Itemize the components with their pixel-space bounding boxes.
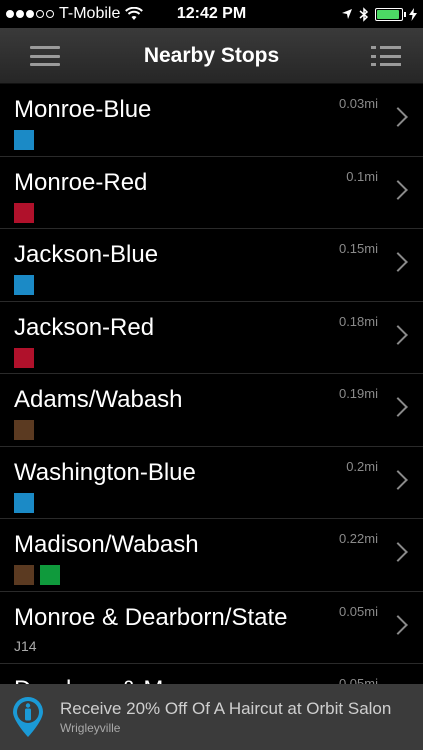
stop-row[interactable]: Jackson-Red 0.18mi	[0, 301, 423, 374]
stop-name: Monroe & Dearborn/State	[14, 603, 288, 631]
stop-distance: 0.2mi	[346, 458, 378, 474]
line-color-swatch	[14, 565, 34, 585]
chevron-right-icon	[388, 469, 408, 490]
ad-banner[interactable]: Receive 20% Off Of A Haircut at Orbit Sa…	[0, 684, 423, 750]
chevron-right-icon	[388, 252, 408, 272]
stop-lines	[14, 565, 60, 585]
stop-lines	[14, 275, 34, 295]
bluetooth-icon	[359, 6, 369, 22]
stop-distance: 0.05mi	[338, 603, 378, 619]
chevron-right-icon	[388, 542, 408, 562]
stop-distance: 0.03mi	[338, 96, 378, 111]
line-color-swatch	[40, 565, 60, 585]
stop-row[interactable]: Monroe & Dearborn/State 0.05mi J14	[0, 591, 423, 664]
ad-subtitle: Wrigleyville	[60, 721, 121, 735]
line-color-swatch	[14, 202, 34, 223]
charging-bolt-icon	[409, 7, 417, 21]
stop-distance: 0.19mi	[338, 386, 378, 401]
line-color-swatch	[14, 420, 34, 440]
stop-name: Adams/Wabash	[14, 386, 183, 413]
stop-name: Madison/Wabash	[14, 531, 199, 558]
stop-distance: 0.05mi	[338, 676, 378, 684]
stop-list: Monroe-Blue 0.03mi Monroe-Red 0.1mi Jackson-…	[0, 84, 423, 684]
stop-distance: 0.22mi	[338, 531, 378, 546]
stop-distance: 0.1mi	[346, 168, 378, 184]
stop-row[interactable]: Monroe-Red 0.1mi	[0, 156, 423, 229]
stop-lines: J14	[14, 638, 37, 654]
line-color-swatch	[14, 130, 34, 150]
stop-code: J14	[14, 637, 37, 654]
signal-dot	[46, 10, 54, 18]
stop-row[interactable]: Washington-Blue 0.2mi	[0, 446, 423, 519]
hamburger-icon[interactable]	[28, 42, 62, 70]
signal-dot	[26, 10, 34, 18]
stop-row[interactable]: Adams/Wabash 0.19mi	[0, 374, 423, 447]
nav-bar: Nearby Stops	[0, 28, 423, 84]
carrier-name: T-Mobile	[59, 5, 121, 22]
stop-name: Monroe-Red	[14, 168, 148, 196]
location-arrow-icon	[342, 9, 352, 19]
stop-lines	[14, 202, 34, 223]
chevron-right-icon	[388, 397, 408, 417]
wifi-icon	[125, 7, 144, 20]
line-color-swatch	[14, 492, 34, 513]
stop-distance: 0.15mi	[338, 241, 378, 256]
stop-distance: 0.18mi	[338, 313, 378, 329]
stop-row[interactable]: Dearborn & Monroe 0.05mi	[0, 664, 423, 684]
stop-name: Jackson-Red	[14, 313, 155, 341]
battery-icon	[375, 7, 406, 21]
stop-lines	[14, 492, 34, 513]
stop-name: Jackson-Blue	[14, 241, 159, 268]
map-pin-icon	[13, 697, 43, 737]
list-icon[interactable]	[369, 42, 403, 70]
stop-row[interactable]: Madison/Wabash 0.22mi	[0, 519, 423, 592]
status-bar: T-Mobile 12:42 PM	[0, 0, 423, 28]
signal-strength-icon	[6, 10, 54, 18]
stop-row[interactable]: Jackson-Blue 0.15mi	[0, 229, 423, 302]
line-color-swatch	[14, 347, 34, 368]
stop-name: Washington-Blue	[14, 458, 196, 486]
chevron-right-icon	[388, 179, 408, 200]
stop-name: Dearborn & Monroe	[14, 676, 225, 684]
chevron-right-icon	[388, 107, 408, 127]
stop-lines	[14, 130, 34, 150]
signal-dot	[36, 10, 44, 18]
stop-lines	[14, 420, 34, 440]
stop-name: Monroe-Blue	[14, 96, 152, 123]
line-color-swatch	[14, 275, 34, 295]
page-title: Nearby Stops	[143, 43, 280, 67]
signal-dot	[16, 10, 24, 18]
signal-dot	[6, 10, 14, 18]
stop-lines	[14, 347, 34, 368]
ad-title: Receive 20% Off Of A Haircut at Orbit Sa…	[60, 699, 392, 718]
chevron-right-icon	[388, 614, 408, 635]
chevron-right-icon	[388, 324, 408, 345]
stop-row[interactable]: Monroe-Blue 0.03mi	[0, 84, 423, 157]
